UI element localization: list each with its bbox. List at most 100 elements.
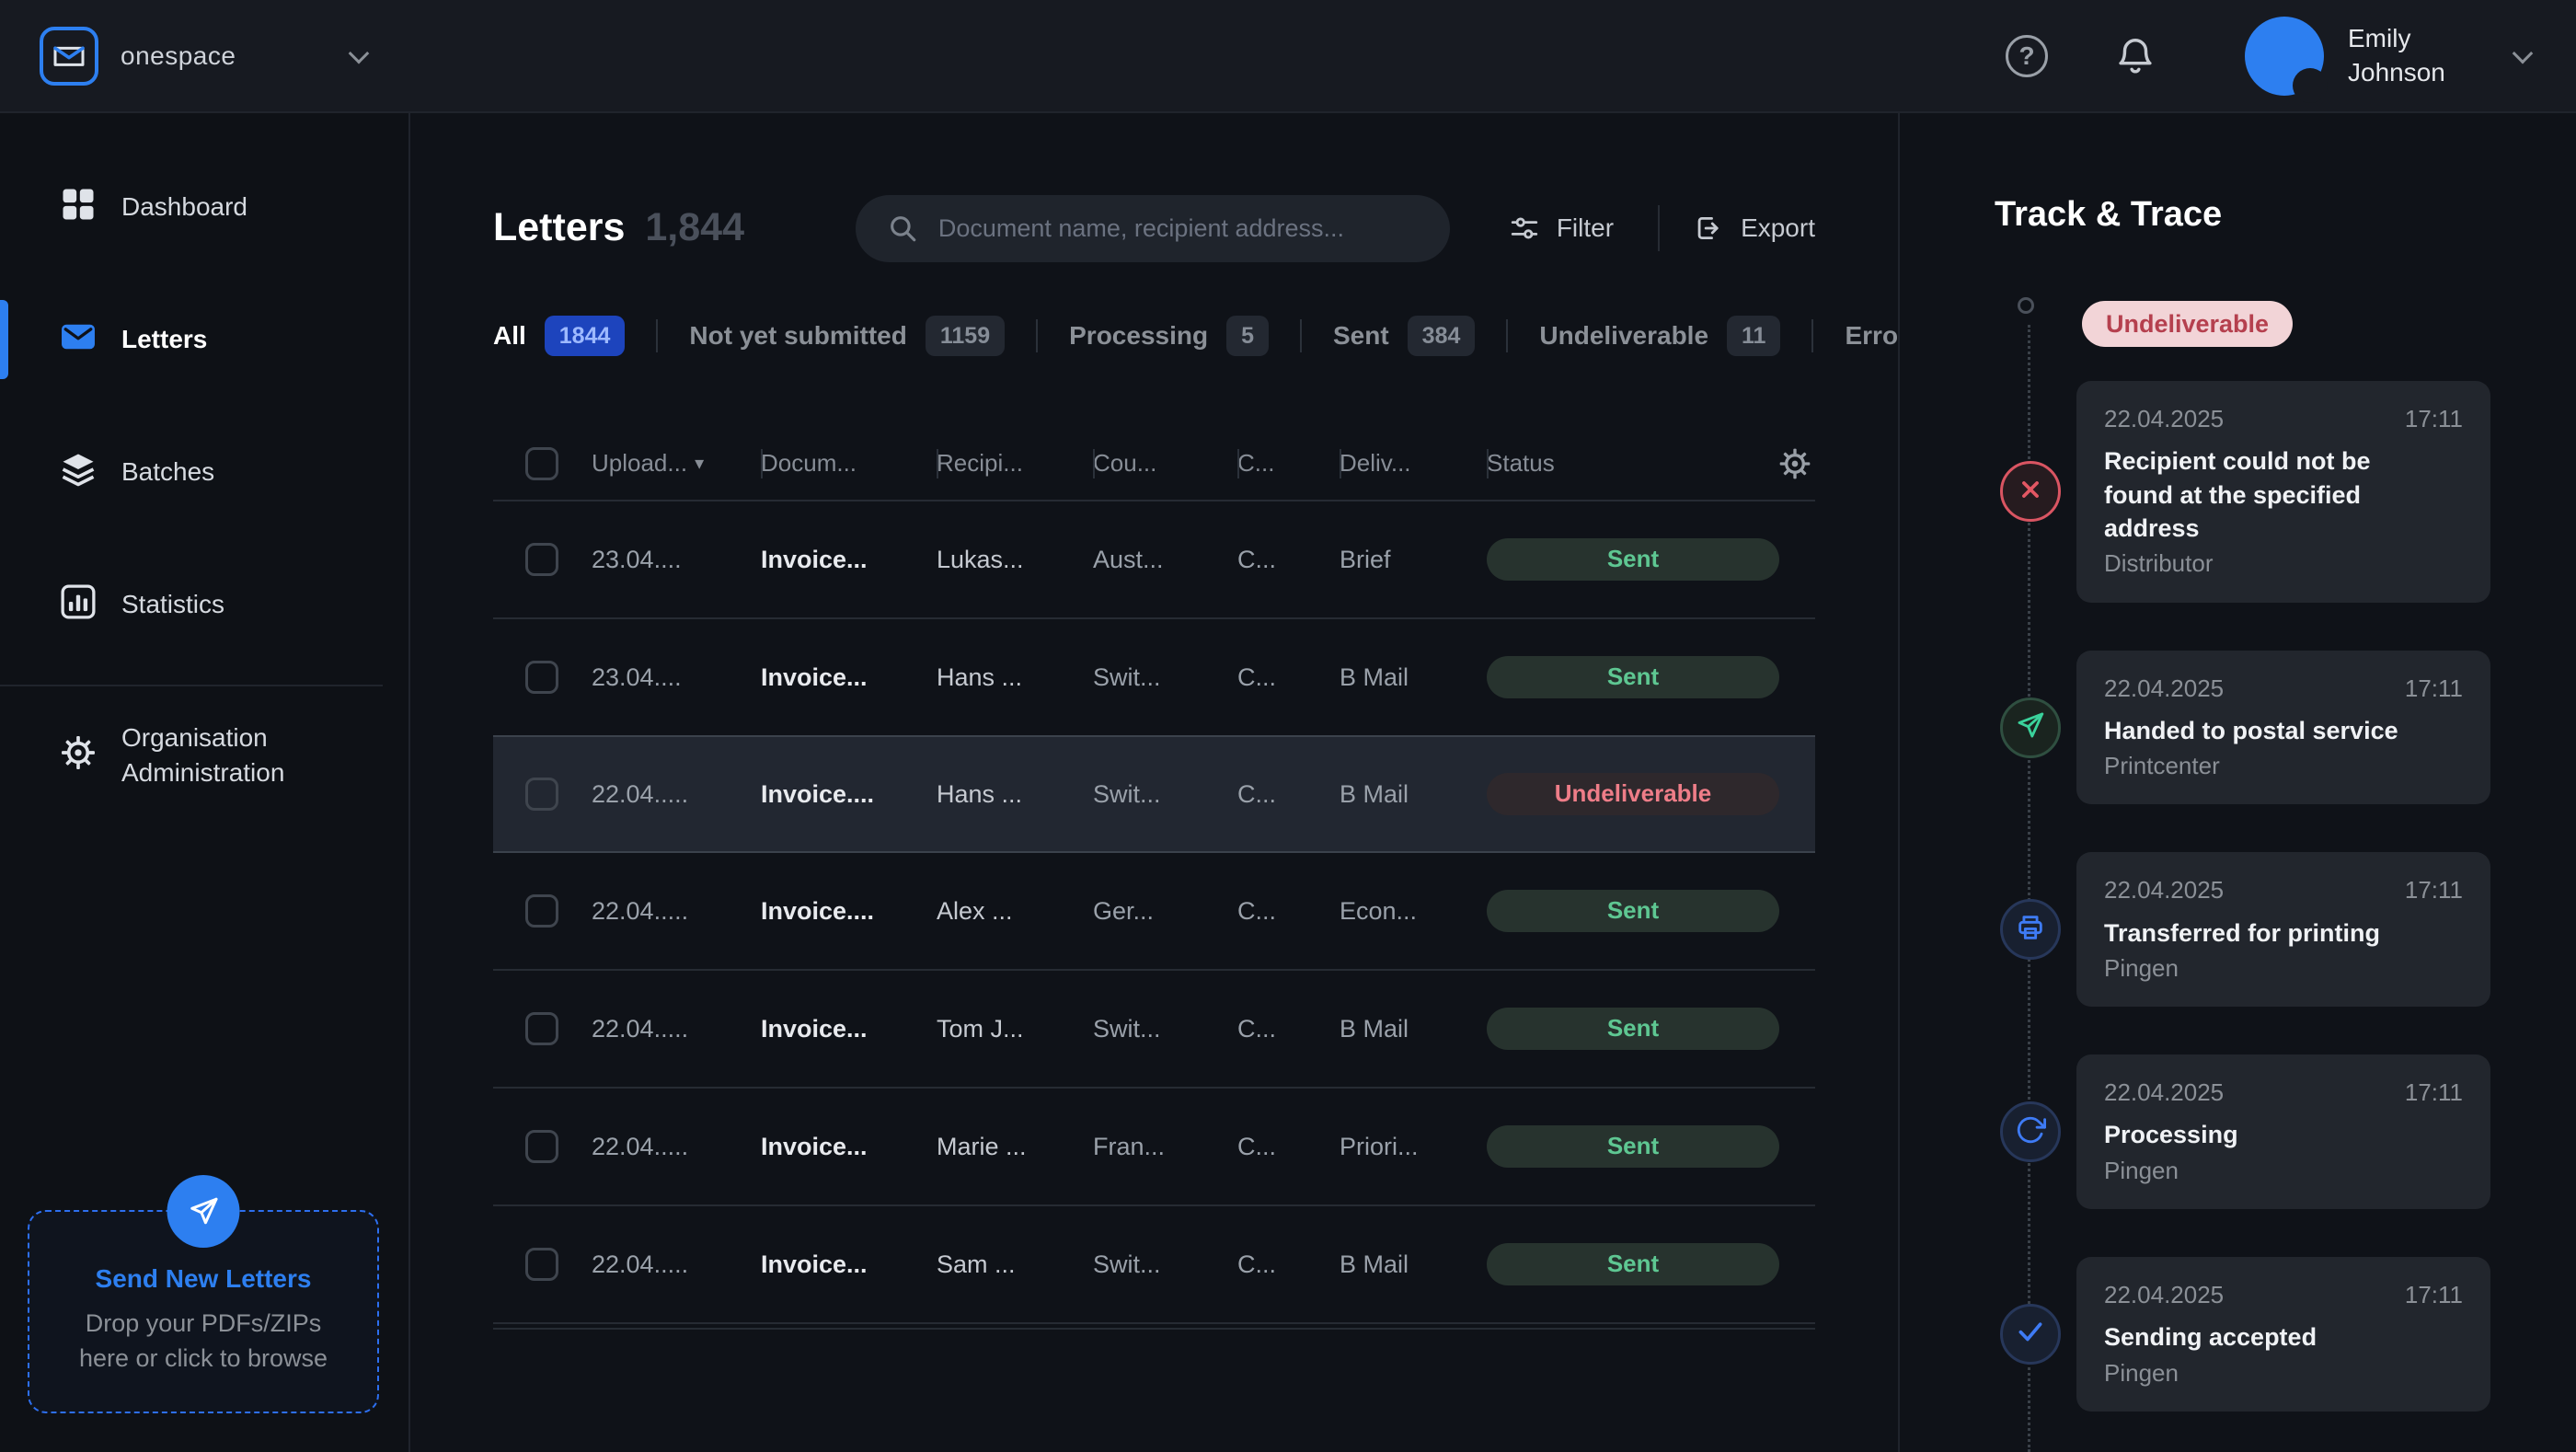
table-row[interactable]: 23.04.... Invoice... Hans ... Swit... C.… xyxy=(493,619,1815,737)
table-row[interactable]: 22.04..... Invoice... Tom J... Swit... C… xyxy=(493,971,1815,1089)
dashboard-grid-icon xyxy=(58,184,98,229)
row-checkbox[interactable] xyxy=(525,661,558,694)
export-label: Export xyxy=(1741,213,1815,244)
sidebar-item-label: Batches xyxy=(121,455,214,490)
event-icon xyxy=(2000,1101,2061,1162)
event-date: 22.04.2025 xyxy=(2104,674,2224,703)
event-title: Transferred for printing xyxy=(2104,916,2444,950)
sidebar-item-label: Organisation Administration xyxy=(121,720,333,790)
upload-dropzone[interactable]: Send New Letters Drop your PDFs/ZIPs her… xyxy=(28,1210,379,1413)
event-source: Pingen xyxy=(2104,954,2463,983)
topbar: onespace ? Emily Johnson xyxy=(0,0,2576,113)
event-time: 17:11 xyxy=(2405,674,2463,703)
sidebar-item[interactable]: Dashboard xyxy=(0,156,408,258)
column-header[interactable]: Deliv... xyxy=(1340,449,1487,478)
topbar-actions: ? Emily Johnson xyxy=(2006,17,2530,96)
column-divider xyxy=(761,449,763,478)
search-input[interactable] xyxy=(938,214,1419,243)
sort-desc-icon: ▾ xyxy=(695,453,704,475)
tab[interactable]: Errors xyxy=(1845,319,1898,352)
row-checkbox[interactable] xyxy=(525,1248,558,1281)
event-date: 22.04.2025 xyxy=(2104,876,2224,905)
upload-subtitle: Drop your PDFs/ZIPs here or click to bro… xyxy=(63,1307,344,1377)
select-all-checkbox[interactable] xyxy=(525,447,558,480)
brand-name: onespace xyxy=(121,40,236,72)
sidebar-item[interactable]: Organisation Administration xyxy=(0,705,408,806)
printer-icon xyxy=(2015,912,2046,948)
event-title: Sending accepted xyxy=(2104,1320,2444,1354)
column-header[interactable]: Status xyxy=(1487,449,1815,478)
status-badge: Sent xyxy=(1487,890,1779,932)
tab-label: Processing xyxy=(1069,320,1208,351)
workspace-switcher[interactable]: onespace xyxy=(40,27,366,86)
status-badge: Sent xyxy=(1487,656,1779,698)
column-header[interactable]: C... xyxy=(1237,449,1340,478)
row-checkbox[interactable] xyxy=(525,1012,558,1045)
sidebar-item-label: Statistics xyxy=(121,587,224,622)
sidebar-item[interactable]: Batches xyxy=(0,421,408,523)
tracking-event-card: 22.04.2025 17:11 Transferred for printin… xyxy=(2076,852,2490,1007)
tab[interactable]: All 1844 xyxy=(493,316,689,356)
cell-country: Swit... xyxy=(1093,779,1237,809)
column-header[interactable]: Cou... xyxy=(1093,449,1237,478)
export-button[interactable]: Export xyxy=(1693,213,1815,244)
help-icon[interactable]: ? xyxy=(2006,35,2048,77)
search-bar[interactable] xyxy=(856,195,1450,262)
cell-delivery: B Mail xyxy=(1340,1250,1487,1279)
cell-city: C... xyxy=(1237,779,1340,809)
event-title: Recipient could not be found at the spec… xyxy=(2104,444,2444,545)
row-checkbox[interactable] xyxy=(525,778,558,811)
filter-button[interactable]: Filter xyxy=(1509,213,1614,244)
user-name: Emily Johnson xyxy=(2348,22,2477,89)
event-icon xyxy=(2000,899,2061,960)
sidebar-item[interactable]: Statistics xyxy=(0,554,408,655)
event-icon xyxy=(2000,461,2061,522)
chevron-down-icon xyxy=(2513,42,2534,63)
table-row[interactable]: 22.04..... Invoice... Marie ... Fran... … xyxy=(493,1089,1815,1206)
column-header[interactable]: Upload... ▾ xyxy=(592,449,761,478)
cell-city: C... xyxy=(1237,896,1340,926)
error-x-icon xyxy=(2015,474,2046,510)
tab-count-badge: 1844 xyxy=(545,316,626,356)
tab[interactable]: Not yet submitted 1159 xyxy=(689,316,1069,356)
tab-count-badge: 5 xyxy=(1226,316,1269,356)
table-row[interactable]: 22.04..... Invoice.... Hans ... Swit... … xyxy=(493,735,1815,853)
cell-upload-date: 22.04..... xyxy=(592,896,761,926)
table-row[interactable]: 22.04..... Invoice.... Alex ... Ger... C… xyxy=(493,853,1815,971)
cell-delivery: Priori... xyxy=(1340,1132,1487,1161)
user-menu[interactable]: Emily Johnson xyxy=(2245,17,2530,96)
event-source: Pingen xyxy=(2104,1157,2463,1185)
column-divider xyxy=(937,449,938,478)
sidebar-item-label: Dashboard xyxy=(121,190,247,225)
track-and-trace-panel: Track & Trace Undeliverable xyxy=(1898,113,2576,1452)
column-settings-gear-icon[interactable] xyxy=(1777,445,1813,482)
cell-document: Invoice... xyxy=(761,545,937,574)
column-header[interactable]: Docum... xyxy=(761,449,937,478)
column-header[interactable]: Recipi... xyxy=(937,449,1093,478)
row-checkbox[interactable] xyxy=(525,894,558,928)
main-content: Letters 1,844 Filter xyxy=(410,113,1898,1452)
cell-document: Invoice.... xyxy=(761,779,937,809)
tab[interactable]: Undeliverable 11 xyxy=(1539,316,1845,356)
cell-country: Swit... xyxy=(1093,1014,1237,1043)
notifications-bell-icon[interactable] xyxy=(2114,35,2156,77)
status-badge: Undeliverable xyxy=(1487,773,1779,815)
tab-label: All xyxy=(493,320,526,351)
cell-country: Aust... xyxy=(1093,545,1237,574)
table-row[interactable]: 23.04.... Invoice... Lukas... Aust... C.… xyxy=(493,501,1815,619)
row-checkbox[interactable] xyxy=(525,1130,558,1163)
row-checkbox[interactable] xyxy=(525,543,558,576)
table-row[interactable]: 22.04..... Invoice... Sam ... Swit... C.… xyxy=(493,1206,1815,1324)
status-badge: Sent xyxy=(1487,538,1779,581)
sidebar-item[interactable]: Letters xyxy=(0,289,408,390)
sidebar: Dashboard xyxy=(0,113,410,1452)
tab[interactable]: Processing 5 xyxy=(1069,316,1333,356)
event-title: Processing xyxy=(2104,1118,2444,1151)
cell-document: Invoice... xyxy=(761,1250,937,1279)
paper-plane-icon xyxy=(2015,709,2046,745)
avatar xyxy=(2245,17,2324,96)
tab[interactable]: Sent 384 xyxy=(1333,316,1539,356)
cell-country: Swit... xyxy=(1093,663,1237,692)
page-count: 1,844 xyxy=(645,204,744,252)
column-divider xyxy=(1487,449,1489,478)
